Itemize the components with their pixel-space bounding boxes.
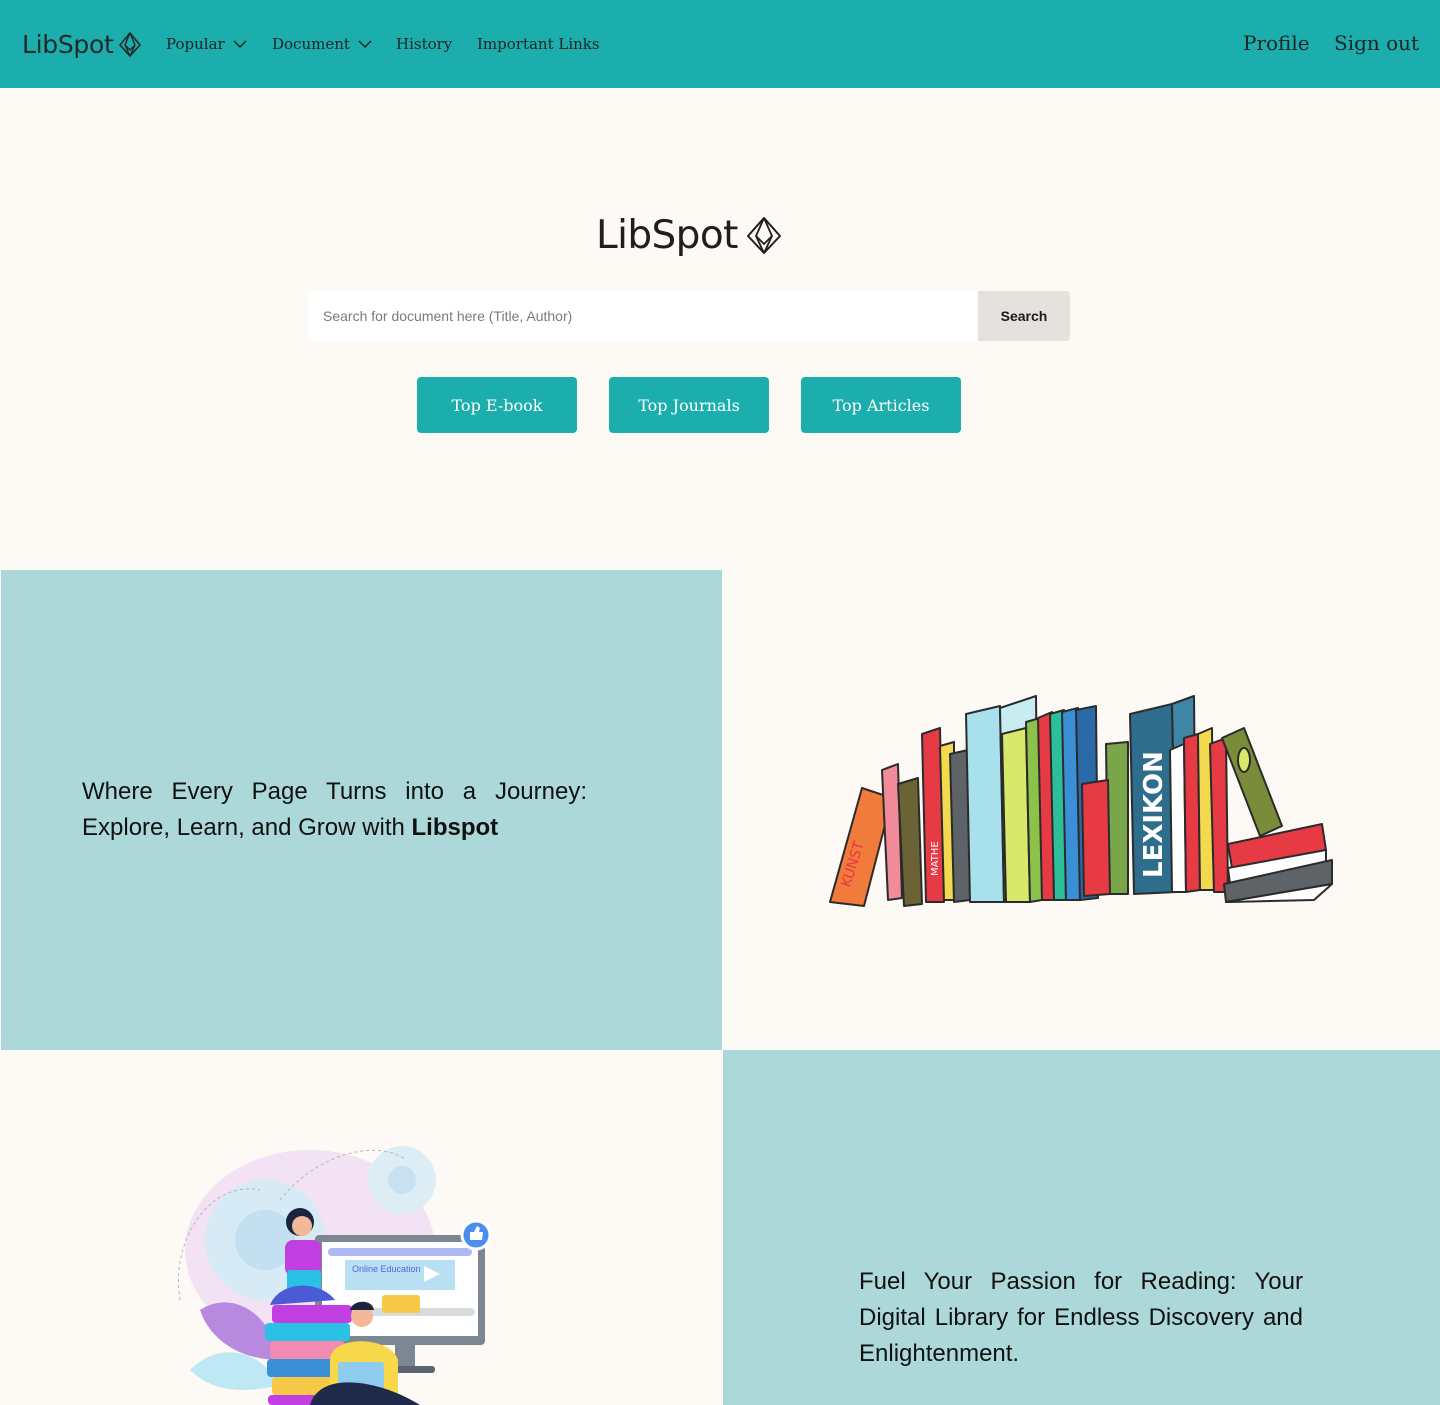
svg-text:MATHE: MATHE xyxy=(930,841,941,876)
libspot-logo-icon xyxy=(119,32,142,57)
brand-name: LibSpot xyxy=(22,29,114,59)
hero-logo-text: LibSpot xyxy=(596,212,738,258)
top-journals-button[interactable]: Top Journals xyxy=(609,377,769,433)
nav-history-label: History xyxy=(396,35,453,53)
nav-important-links-label: Important Links xyxy=(477,35,600,53)
feature-1-text: Where Every Page Turns into a Journey: E… xyxy=(82,774,587,846)
feature-2-text: Fuel Your Passion for Reading: Your Digi… xyxy=(859,1268,1303,1367)
hero-logo: LibSpot xyxy=(596,208,784,262)
nav-popular-label: Popular xyxy=(166,35,225,53)
chevron-down-icon xyxy=(233,40,247,49)
nav-document[interactable]: Document xyxy=(272,32,372,56)
svg-text:LEXIKON: LEXIKON xyxy=(1139,751,1169,878)
chevron-down-icon xyxy=(358,40,372,49)
top-ebook-button[interactable]: Top E-book xyxy=(417,377,577,433)
feature-1-text-brand: Libspot xyxy=(411,814,499,841)
search-input[interactable] xyxy=(308,291,978,341)
bookshelf-illustration: KUNST MATHE LEXIKON xyxy=(829,695,1333,907)
nav-important-links[interactable]: Important Links xyxy=(477,32,600,56)
navbar: LibSpot Popular Document History Importa… xyxy=(0,0,1440,88)
nav-brand[interactable]: LibSpot xyxy=(22,24,143,64)
top-articles-button[interactable]: Top Articles xyxy=(801,377,961,433)
online-education-illustration: Online Education xyxy=(178,1146,492,1405)
search-button[interactable]: Search xyxy=(978,291,1070,341)
nav-document-label: Document xyxy=(272,35,350,53)
nav-history[interactable]: History xyxy=(396,32,452,56)
nav-popular[interactable]: Popular xyxy=(166,32,247,56)
online-education-label: Online Education xyxy=(352,1264,421,1274)
feature-1-text-main: Where Every Page Turns into a Journey: E… xyxy=(82,778,587,841)
libspot-logo-icon xyxy=(746,217,781,254)
profile-link[interactable]: Profile xyxy=(1243,28,1310,58)
signout-link[interactable]: Sign out xyxy=(1334,28,1419,58)
